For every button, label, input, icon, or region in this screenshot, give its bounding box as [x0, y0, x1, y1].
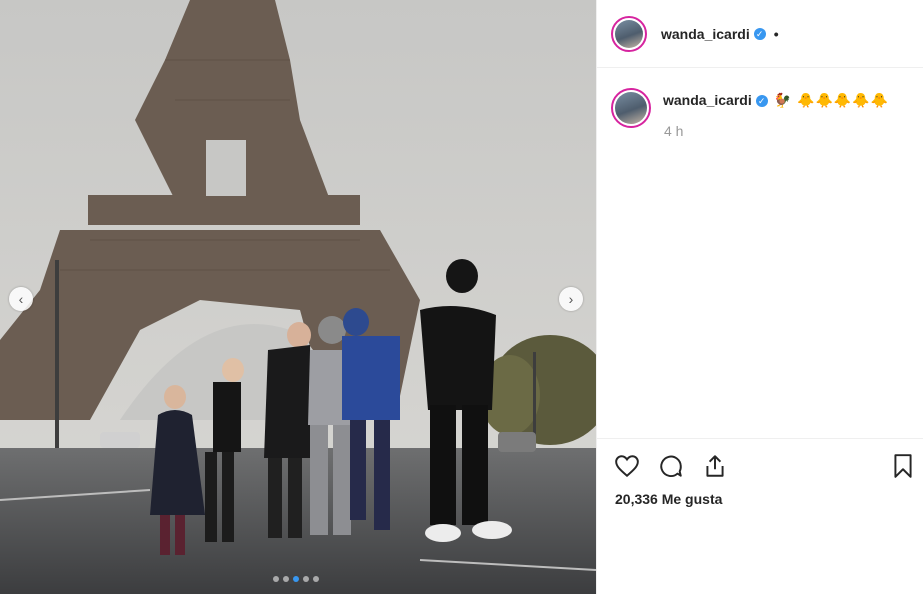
verified-icon: ✓	[755, 95, 768, 107]
action-bar: 20,336 Me gusta	[597, 438, 923, 595]
carousel-dot	[283, 576, 289, 582]
heart-icon[interactable]	[614, 453, 640, 479]
carousel-dot	[273, 576, 279, 582]
bookmark-icon[interactable]	[890, 453, 916, 479]
username-link[interactable]: wanda_icardi	[661, 26, 750, 42]
carousel-dot	[303, 576, 309, 582]
previous-photo-button[interactable]: ‹	[9, 287, 33, 311]
caption-username[interactable]: wanda_icardi	[663, 92, 752, 108]
caption-avatar[interactable]	[611, 88, 651, 128]
verified-icon: ✓	[753, 27, 766, 40]
carousel-dot-active	[293, 576, 299, 582]
next-photo-button[interactable]: ›	[559, 287, 583, 311]
chevron-right-icon: ›	[568, 291, 574, 307]
post-photo[interactable]: ‹ ›	[0, 0, 596, 594]
instagram-post: ‹ › wanda_icardi ✓ • wanda_icardi ✓ 🐓 🐥🐥🐥🐥…	[0, 0, 923, 594]
like-count[interactable]: 20,336 Me gusta	[615, 491, 722, 507]
comment-icon[interactable]	[658, 453, 684, 479]
carousel-dot	[313, 576, 319, 582]
avatar[interactable]	[611, 15, 647, 52]
header-separator: •	[773, 25, 779, 42]
caption-text: 🐓 🐥🐥🐥🐥🐥	[773, 92, 890, 108]
eiffel-tower-photo	[0, 0, 596, 594]
share-icon[interactable]	[702, 453, 728, 479]
caption: wanda_icardi ✓ 🐓 🐥🐥🐥🐥🐥 4 h	[611, 88, 889, 139]
post-timestamp[interactable]: 4 h	[664, 123, 889, 139]
post-side-panel: wanda_icardi ✓ • wanda_icardi ✓ 🐓 🐥🐥🐥🐥🐥 4 …	[596, 0, 923, 594]
post-header: wanda_icardi ✓ •	[597, 0, 923, 68]
chevron-left-icon: ‹	[18, 291, 24, 307]
carousel-indicator	[273, 576, 319, 582]
